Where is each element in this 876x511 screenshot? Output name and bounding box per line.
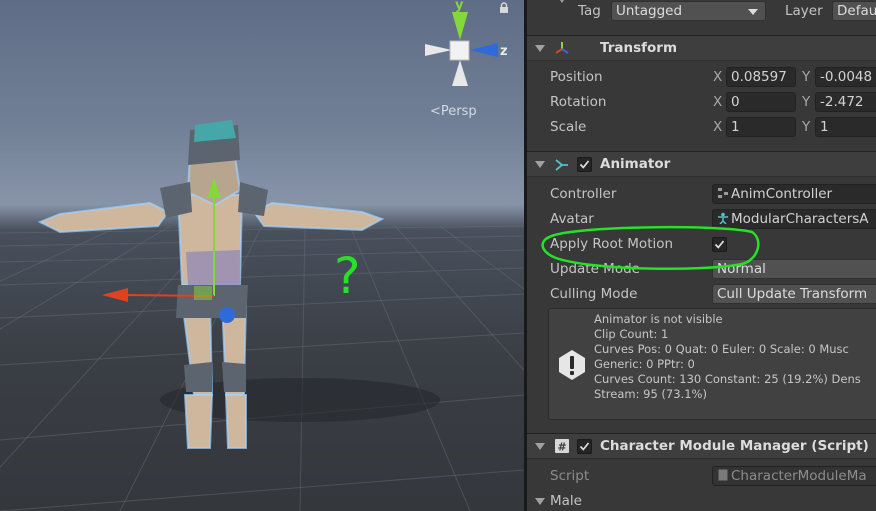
position-y-label[interactable]: Y (802, 69, 810, 85)
script-label: Script (550, 468, 590, 484)
info-line: Generic: 0 PPtr: 0 (594, 357, 695, 371)
script-icon: # (555, 439, 569, 454)
checkmark-icon (579, 442, 590, 451)
animator-info-box: Animator is not visible Clip Count: 1 Cu… (548, 308, 876, 420)
layer-dropdown[interactable]: Defau (832, 1, 876, 21)
checkmark-icon (579, 160, 590, 169)
apply-root-motion-label: Apply Root Motion (550, 236, 674, 252)
rotation-y-label[interactable]: Y (802, 94, 810, 110)
inspector-panel: Tag Untagged Layer Defau Transform Posit… (527, 0, 876, 511)
character-module-title: Character Module Manager (Script) (600, 438, 869, 454)
position-y-field[interactable]: -0.0048 (815, 67, 876, 87)
script-value: CharacterModuleMa (731, 468, 867, 484)
position-x-label[interactable]: X (713, 69, 722, 85)
culling-mode-value: Cull Update Transform (717, 286, 868, 302)
animator-icon (555, 159, 568, 171)
checkmark-icon (714, 240, 725, 249)
position-x-field[interactable]: 0.08597 (726, 67, 796, 87)
tag-value: Untagged (616, 3, 683, 19)
animator-info-text: Animator is not visible Clip Count: 1 Cu… (594, 312, 861, 402)
character-module-header[interactable]: # Character Module Manager (Script) (527, 433, 876, 459)
controller-value: AnimController (731, 186, 833, 202)
tag-label: Tag (578, 3, 601, 19)
gizmo-z-label: z (500, 44, 508, 59)
culling-mode-label: Culling Mode (550, 286, 638, 302)
position-label: Position (550, 69, 603, 85)
animator-header[interactable]: Animator (527, 151, 876, 177)
scene-grid: y z (0, 0, 524, 511)
chevron-left-icon: < (430, 104, 441, 119)
rotation-x-field[interactable]: 0 (726, 92, 796, 112)
animator-controller-icon (718, 188, 728, 198)
dropdown-arrow-icon (748, 9, 758, 15)
update-mode-dropdown[interactable]: Normal (712, 259, 876, 279)
scale-label: Scale (550, 119, 587, 135)
scale-y-field[interactable]: 1 (815, 117, 876, 137)
script-file-icon (718, 469, 728, 481)
projection-toggle[interactable]: <Persp (430, 104, 477, 119)
tag-dropdown[interactable]: Untagged (611, 1, 766, 21)
scale-x-field[interactable]: 1 (726, 117, 796, 137)
projection-label: Persp (440, 104, 477, 119)
update-mode-label: Update Mode (550, 261, 640, 277)
avatar-value: ModularCharactersA (731, 211, 869, 227)
character-module-enabled-checkbox[interactable] (577, 439, 592, 454)
scale-y-label[interactable]: Y (802, 119, 810, 135)
script-field: CharacterModuleMa (712, 466, 876, 486)
transform-icon (555, 42, 569, 54)
lock-icon[interactable] (498, 2, 510, 14)
warning-icon (559, 350, 585, 380)
orientation-gizmo[interactable]: y z (425, 0, 508, 86)
avatar-field[interactable]: ModularCharactersA (712, 209, 876, 229)
scale-x-label[interactable]: X (713, 119, 722, 135)
rotation-y-field[interactable]: -2.472 (815, 92, 876, 112)
transform-title: Transform (600, 40, 678, 56)
info-line: Animator is not visible (594, 312, 723, 326)
info-line: Curves Pos: 0 Quat: 0 Euler: 0 Scale: 0 … (594, 342, 849, 356)
avatar-label: Avatar (550, 211, 594, 227)
male-foldout-label[interactable]: Male (550, 493, 582, 509)
info-line: Stream: 95 (73.1%) (594, 387, 707, 401)
layer-label: Layer (785, 3, 823, 19)
foldout-arrow-icon (535, 161, 545, 168)
apply-root-motion-checkbox[interactable] (712, 237, 727, 252)
avatar-icon (718, 212, 728, 224)
culling-mode-dropdown[interactable]: Cull Update Transform (712, 284, 876, 304)
rotation-label: Rotation (550, 94, 607, 110)
layer-value: Defau (837, 3, 876, 19)
animator-title: Animator (600, 156, 671, 172)
info-line: Clip Count: 1 (594, 327, 669, 341)
animator-enabled-checkbox[interactable] (577, 157, 592, 172)
rotation-x-label[interactable]: X (713, 94, 722, 110)
scene-view[interactable]: y z <Persp (0, 0, 524, 511)
info-line: Curves Count: 130 Constant: 25 (19.2%) D… (594, 372, 861, 386)
foldout-arrow-icon (535, 45, 545, 52)
foldout-arrow-icon (535, 443, 545, 450)
update-mode-value: Normal (717, 261, 766, 277)
controller-label: Controller (550, 186, 617, 202)
transform-header[interactable]: Transform (527, 35, 876, 61)
controller-field[interactable]: AnimController (712, 184, 876, 204)
svg-text:#: # (558, 441, 567, 454)
male-foldout-arrow-icon[interactable] (535, 498, 545, 505)
gizmo-y-label: y (455, 0, 464, 13)
